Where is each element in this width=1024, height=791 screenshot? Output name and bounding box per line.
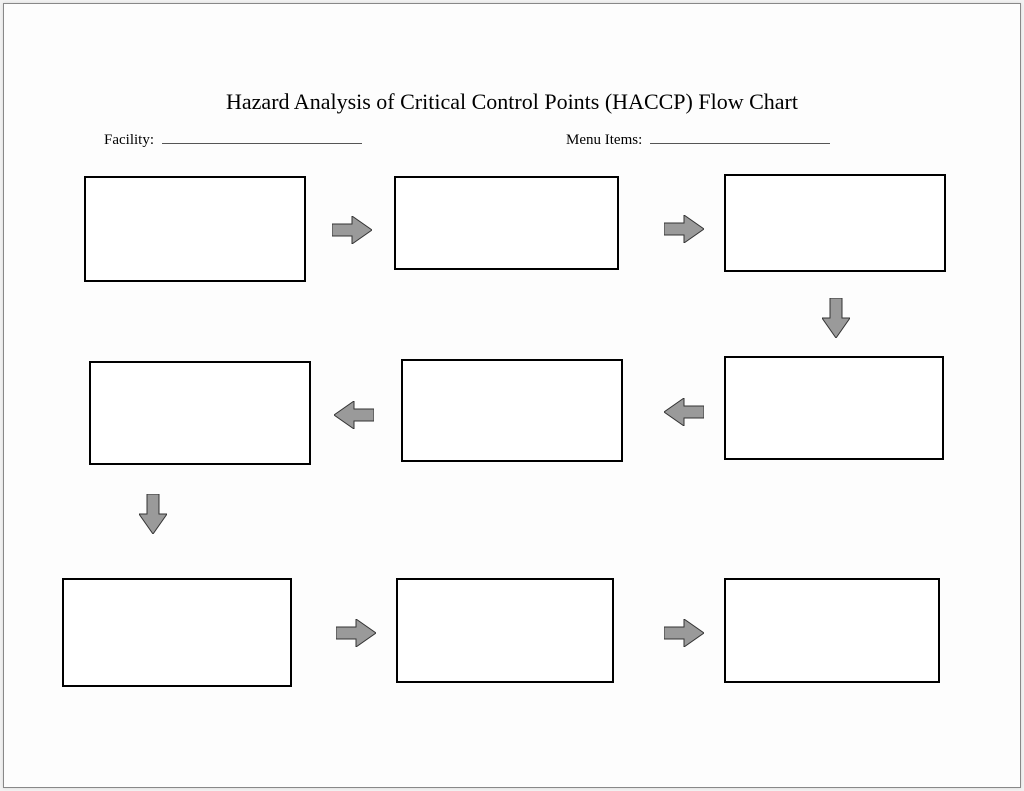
arrow-down-icon [822, 298, 850, 338]
flow-box-2 [394, 176, 619, 270]
arrow-right-icon [664, 215, 704, 243]
flow-box-5 [401, 359, 623, 462]
menu-items-blank-line [650, 129, 830, 144]
arrow-down-icon [139, 494, 167, 534]
flow-box-3 [724, 174, 946, 272]
flow-box-9 [724, 578, 940, 683]
arrow-left-icon [334, 401, 374, 429]
document-page: Hazard Analysis of Critical Control Poin… [3, 3, 1021, 788]
menu-items-field: Menu Items: [566, 129, 830, 149]
arrow-right-icon [332, 216, 372, 244]
facility-field: Facility: [104, 129, 362, 149]
flow-box-4 [724, 356, 944, 460]
facility-blank-line [162, 129, 362, 144]
arrow-right-icon [664, 619, 704, 647]
page-title: Hazard Analysis of Critical Control Poin… [4, 89, 1020, 115]
facility-label: Facility: [104, 132, 154, 149]
flow-box-6 [89, 361, 311, 465]
arrow-left-icon [664, 398, 704, 426]
flow-box-7 [62, 578, 292, 687]
flow-box-1 [84, 176, 306, 282]
menu-items-label: Menu Items: [566, 132, 642, 149]
arrow-right-icon [336, 619, 376, 647]
flow-box-8 [396, 578, 614, 683]
